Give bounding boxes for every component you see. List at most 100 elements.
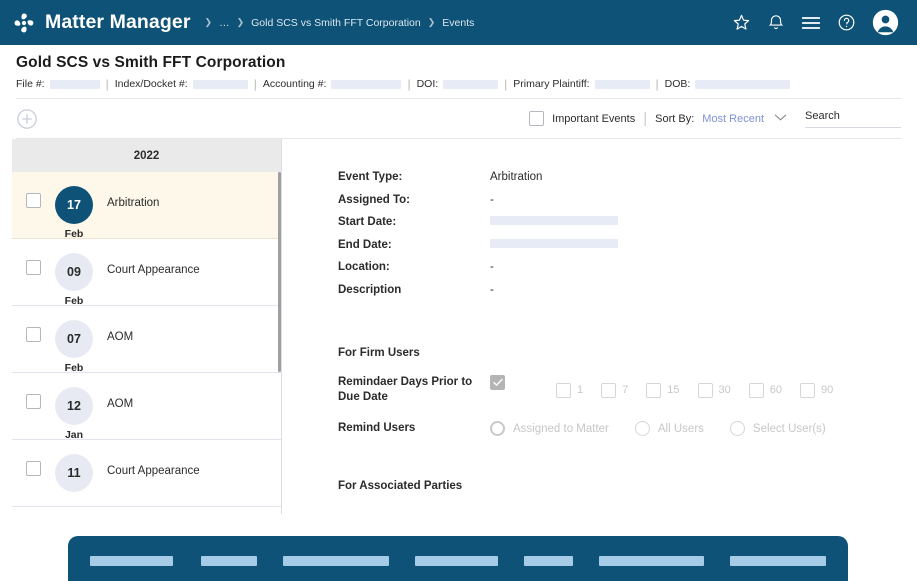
reminder-day-checkbox[interactable]	[556, 382, 571, 398]
pinwheel-logo-icon	[12, 11, 36, 35]
footer-bar-4[interactable]	[414, 556, 498, 566]
meta-accounting-value	[331, 79, 402, 89]
reminder-day-option-60[interactable]: 60	[748, 382, 782, 398]
star-icon[interactable]	[732, 13, 751, 32]
event-date-badge: 09 Feb	[55, 253, 93, 309]
meta-file-number-value	[49, 79, 100, 89]
meta-accounting-label: Accounting #:	[262, 78, 327, 90]
meta-accounting: Accounting #:	[263, 78, 402, 90]
reminder-day-checkbox[interactable]	[748, 382, 764, 398]
user-avatar-icon[interactable]	[872, 9, 899, 36]
breadcrumb-item-matter[interactable]: Gold SCS vs Smith FFT Corporation	[251, 17, 421, 29]
list-item[interactable]: 17 Feb Arbitration	[12, 172, 281, 240]
detail-value: -	[490, 283, 494, 296]
meta-divider-1: |	[105, 77, 109, 91]
meta-dob-value	[695, 79, 791, 89]
top-bar-actions	[732, 9, 899, 36]
event-date-badge: 07 Feb	[55, 320, 93, 376]
remind-option-assigned-to-matter[interactable]: Assigned to Matter	[490, 421, 609, 436]
footer-bar-1[interactable]	[90, 556, 173, 566]
event-date-badge: 12 Jan	[55, 387, 93, 443]
reminder-day-value: 7	[622, 384, 629, 396]
footer-bar-6[interactable]	[598, 556, 704, 566]
event-date-badge: 11	[55, 454, 93, 492]
meta-index-docket: Index/Docket #:	[115, 78, 248, 90]
detail-field-start-date: Start Date:	[338, 211, 917, 234]
help-circle-icon[interactable]	[837, 13, 856, 32]
meta-dob: DOB:	[665, 78, 791, 90]
radio-button[interactable]	[729, 421, 745, 436]
detail-label: Start Date:	[338, 216, 397, 229]
radio-label: Select User(s)	[752, 422, 826, 435]
radio-label: Assigned to Matter	[513, 422, 609, 435]
sort-by-value[interactable]: Most Recent	[702, 113, 764, 125]
important-events-checkbox[interactable]	[529, 111, 545, 126]
matter-header: Gold SCS vs Smith FFT Corporation File #…	[0, 45, 917, 91]
radio-button[interactable]	[634, 421, 650, 436]
list-item[interactable]: 12 Jan AOM	[12, 373, 281, 443]
brand-name: Matter Manager	[45, 11, 191, 33]
sort-by-label: Sort By:	[655, 112, 695, 125]
event-day: 07	[55, 320, 93, 358]
footer-bar-7[interactable]	[730, 556, 827, 566]
meta-file-number: File #:	[16, 78, 100, 90]
event-type-label: AOM	[107, 398, 134, 410]
breadcrumb-item-events[interactable]: Events	[442, 17, 474, 29]
reminder-day-option-15[interactable]: 15	[646, 382, 680, 398]
hamburger-menu-icon[interactable]	[801, 15, 821, 31]
section-heading-firm-users: For Firm Users	[338, 347, 420, 359]
event-type-label: AOM	[107, 331, 134, 343]
reminder-day-checkbox[interactable]	[601, 382, 617, 398]
reminder-day-checkbox[interactable]	[697, 382, 713, 398]
breadcrumb-separator-2: ❯	[236, 17, 245, 27]
detail-field-description: Description -	[338, 279, 917, 302]
radio-label: All Users	[657, 422, 704, 435]
search-input[interactable]: Search	[805, 110, 901, 128]
reminder-day-option-7[interactable]: 7	[601, 382, 629, 398]
app-page: Matter Manager ❯ … ❯ Gold SCS vs Smith F…	[0, 0, 917, 581]
reminder-day-value: 15	[667, 384, 680, 396]
event-day: 09	[55, 253, 93, 291]
footer-bar-5[interactable]	[523, 556, 573, 566]
reminder-day-value: 30	[718, 384, 731, 396]
meta-dob-label: DOB:	[664, 78, 691, 90]
event-row-checkbox[interactable]	[26, 394, 41, 409]
detail-field-location: Location: -	[338, 256, 917, 279]
brand-home-link[interactable]: Matter Manager	[12, 11, 191, 35]
reminder-day-option-90[interactable]: 90	[800, 382, 833, 398]
event-row-checkbox[interactable]	[26, 260, 41, 275]
circle-plus-icon[interactable]	[16, 108, 38, 130]
event-day: 17	[55, 186, 93, 224]
list-item[interactable]: 11 Court Appearance	[12, 440, 281, 507]
list-item[interactable]: 07 Feb AOM	[12, 306, 281, 376]
footer-bar-2[interactable]	[200, 556, 258, 566]
remind-option-all-users[interactable]: All Users	[634, 421, 704, 436]
event-row-checkbox[interactable]	[26, 327, 41, 342]
radio-button[interactable]	[490, 421, 505, 436]
meta-divider-4: |	[504, 77, 508, 91]
page-title: Gold SCS vs Smith FFT Corporation	[16, 54, 286, 71]
list-item[interactable]: 09 Feb Court Appearance	[12, 239, 281, 309]
reminder-day-option-30[interactable]: 30	[697, 382, 731, 398]
footer-bar-3[interactable]	[283, 556, 389, 566]
reminder-enable-checkbox[interactable]	[490, 375, 505, 390]
reminder-day-option-1[interactable]: 1	[556, 382, 583, 398]
event-row-checkbox[interactable]	[26, 193, 41, 208]
breadcrumb: ❯ … ❯ Gold SCS vs Smith FFT Corporation …	[205, 17, 475, 29]
event-list-scrollbar[interactable]	[278, 172, 281, 372]
reminder-day-checkbox[interactable]	[800, 382, 815, 398]
reminder-day-checkbox[interactable]	[646, 382, 662, 398]
event-detail-panel: Event Type: Arbitration Assigned To: - S…	[282, 139, 917, 514]
chevron-down-icon[interactable]	[774, 113, 787, 125]
footer-region	[0, 536, 917, 581]
matter-meta-row: File #: | Index/Docket #: | Accounting #…	[16, 77, 901, 91]
breadcrumb-separator-3: ❯	[427, 17, 436, 27]
meta-primary-plaintiff-value	[594, 79, 650, 89]
year-header: 2022	[12, 139, 281, 172]
remind-users-options: Assigned to Matter All Users Select User…	[490, 421, 826, 436]
detail-field-assigned-to: Assigned To: -	[338, 189, 917, 212]
remind-option-select-users[interactable]: Select User(s)	[729, 421, 826, 436]
bell-icon[interactable]	[767, 13, 785, 32]
event-row-checkbox[interactable]	[26, 461, 41, 476]
breadcrumb-item-ellipsis[interactable]: …	[219, 17, 230, 29]
